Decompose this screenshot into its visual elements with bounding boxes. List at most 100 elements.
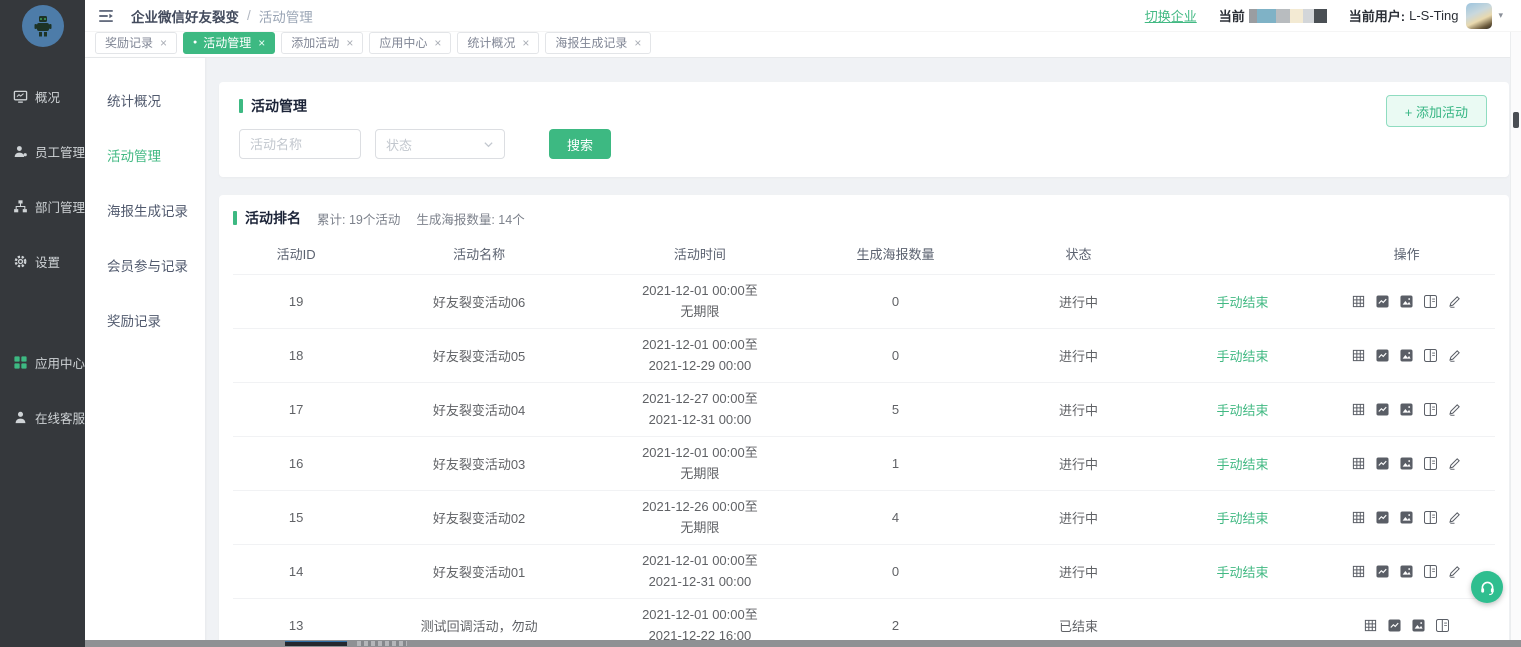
breadcrumb-root[interactable]: 企业微信好友裂变 — [131, 6, 239, 26]
close-icon[interactable]: × — [258, 37, 265, 49]
grid-icon[interactable] — [1352, 403, 1365, 416]
manual-end-link[interactable]: 手动结束 — [1217, 511, 1269, 526]
grid-icon[interactable] — [1352, 349, 1365, 362]
cell-activity-id: 16 — [233, 456, 359, 471]
image-icon[interactable] — [1400, 403, 1413, 416]
cell-status: 进行中 — [990, 454, 1167, 473]
image-icon[interactable] — [1412, 619, 1425, 632]
tab-stats-overview[interactable]: 统计概况 × — [457, 32, 539, 54]
close-icon[interactable]: × — [346, 37, 353, 49]
chart-icon[interactable] — [1376, 565, 1389, 578]
dashboard-icon — [13, 89, 28, 104]
sidebar-item-label: 设置 — [35, 252, 60, 271]
sidebar-item-overview[interactable]: 概况 — [0, 69, 85, 124]
scrollbar-thumb[interactable] — [285, 641, 347, 646]
tab-poster-records[interactable]: 海报生成记录 × — [545, 32, 651, 54]
column-header: 状态 — [990, 244, 1167, 263]
manual-end-link[interactable]: 手动结束 — [1217, 295, 1269, 310]
search-button[interactable]: 搜索 — [549, 129, 611, 159]
sidebar-item-label: 应用中心 — [35, 353, 85, 372]
tab-app-center[interactable]: 应用中心× — [369, 32, 451, 54]
cell-status: 已结束 — [990, 616, 1167, 635]
cell-activity-id: 15 — [233, 510, 359, 525]
sidebar-item-app-center[interactable]: 应用中心 — [0, 335, 85, 390]
breadcrumb-separator: / — [247, 8, 251, 23]
tab-activity-management[interactable]: ●活动管理× — [183, 32, 275, 54]
close-icon[interactable]: × — [634, 37, 641, 49]
grid-icon[interactable] — [1364, 619, 1377, 632]
sidebar-item-settings[interactable]: 设置 — [0, 234, 85, 289]
cell-activity-time: 2021-12-01 00:00至无期限 — [599, 443, 801, 483]
submenu-item-reward-records[interactable]: 奖励记录 — [85, 292, 205, 347]
table-row: 16好友裂变活动032021-12-01 00:00至无期限1进行中手动结束 — [233, 436, 1495, 490]
chart-icon[interactable] — [1376, 457, 1389, 470]
close-icon[interactable]: × — [522, 37, 529, 49]
grid-icon[interactable] — [1352, 295, 1365, 308]
submenu-item-member-records[interactable]: 会员参与记录 — [85, 237, 205, 292]
menu-fold-icon[interactable] — [97, 7, 115, 25]
add-activity-button[interactable]: + 添加活动 — [1386, 95, 1487, 127]
manual-end-link[interactable]: 手动结束 — [1217, 349, 1269, 364]
customer-service-button[interactable] — [1471, 571, 1503, 603]
poster-total-stat: 生成海报数量: 14个 — [416, 209, 524, 228]
submenu-item-activity-management[interactable]: 活动管理 — [85, 127, 205, 182]
chart-icon[interactable] — [1376, 295, 1389, 308]
tab-label: 统计概况 — [467, 34, 515, 51]
chart-icon[interactable] — [1388, 619, 1401, 632]
chart-icon[interactable] — [1376, 511, 1389, 524]
tab-reward-records[interactable]: 奖励记录× — [95, 32, 177, 54]
image-icon[interactable] — [1400, 565, 1413, 578]
activity-name-input[interactable] — [239, 129, 361, 159]
tab-add-activity[interactable]: 添加活动× — [281, 32, 363, 54]
cell-activity-time: 2021-12-27 00:00至2021-12-31 00:00 — [599, 389, 801, 429]
manual-end-link[interactable]: 手动结束 — [1217, 403, 1269, 418]
sidebar-item-online-support[interactable]: 在线客服 — [0, 390, 85, 445]
close-icon[interactable]: × — [434, 37, 441, 49]
grid-icon[interactable] — [1352, 457, 1365, 470]
horizontal-scrollbar[interactable] — [85, 640, 1521, 647]
image-icon[interactable] — [1400, 511, 1413, 524]
switch-company-link[interactable]: 切换企业 — [1145, 6, 1197, 25]
chart-icon[interactable] — [1376, 403, 1389, 416]
status-select-placeholder: 状态 — [386, 135, 483, 154]
vertical-scrollbar[interactable] — [1510, 32, 1521, 640]
manual-end-link[interactable]: 手动结束 — [1217, 565, 1269, 580]
breadcrumb: 企业微信好友裂变 / 活动管理 — [131, 6, 313, 26]
tab-bar: 奖励记录× ●活动管理× 添加活动× 应用中心× 统计概况 × 海报生成记录 × — [85, 32, 1521, 58]
image-icon[interactable] — [1400, 349, 1413, 362]
submenu-item-poster-records[interactable]: 海报生成记录 — [85, 182, 205, 237]
edit-icon[interactable] — [1448, 565, 1461, 578]
cell-activity-name: 好友裂变活动04 — [359, 400, 599, 419]
image-icon[interactable] — [1400, 457, 1413, 470]
scrollbar-thumb[interactable] — [1513, 112, 1519, 128]
card-icon[interactable] — [1424, 565, 1437, 578]
sidebar-item-employee-management[interactable]: 员工管理 — [0, 124, 85, 179]
image-icon[interactable] — [1400, 295, 1413, 308]
sidebar-item-department-management[interactable]: 部门管理 — [0, 179, 85, 234]
close-icon[interactable]: × — [160, 37, 167, 49]
edit-icon[interactable] — [1448, 349, 1461, 362]
chevron-down-icon[interactable]: ▾ — [1498, 10, 1503, 21]
table-header-row: 活动ID活动名称活动时间生成海报数量状态操作 — [233, 232, 1495, 274]
card-icon[interactable] — [1424, 349, 1437, 362]
grid-icon[interactable] — [1352, 565, 1365, 578]
status-select[interactable]: 状态 — [375, 129, 505, 159]
avatar[interactable] — [1466, 3, 1492, 29]
grid-icon[interactable] — [1352, 511, 1365, 524]
activity-time-start: 2021-12-27 00:00至 — [599, 389, 801, 409]
card-icon[interactable] — [1424, 295, 1437, 308]
cell-activity-id: 13 — [233, 618, 359, 633]
tab-label: 海报生成记录 — [555, 34, 627, 51]
manual-end-link[interactable]: 手动结束 — [1217, 457, 1269, 472]
edit-icon[interactable] — [1448, 403, 1461, 416]
edit-icon[interactable] — [1448, 295, 1461, 308]
chart-icon[interactable] — [1376, 349, 1389, 362]
card-icon[interactable] — [1424, 457, 1437, 470]
edit-icon[interactable] — [1448, 511, 1461, 524]
submenu-item-stats-overview[interactable]: 统计概况 — [85, 72, 205, 127]
edit-icon[interactable] — [1448, 457, 1461, 470]
cell-activity-time: 2021-12-01 00:00至2021-12-31 00:00 — [599, 551, 801, 591]
card-icon[interactable] — [1436, 619, 1449, 632]
card-icon[interactable] — [1424, 403, 1437, 416]
card-icon[interactable] — [1424, 511, 1437, 524]
